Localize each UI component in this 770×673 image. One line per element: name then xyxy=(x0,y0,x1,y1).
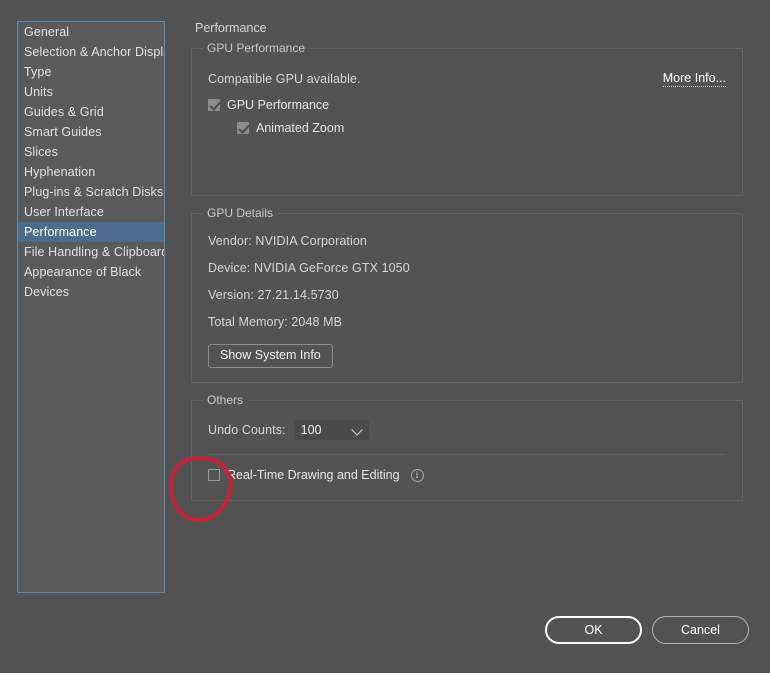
sidebar-item-label: General xyxy=(24,25,70,39)
sidebar-item-performance[interactable]: Performance xyxy=(18,222,164,242)
show-system-info-row: Show System Info xyxy=(208,344,726,368)
gpu-details-group-label: GPU Details xyxy=(203,206,279,220)
sidebar-item-label: Slices xyxy=(24,145,58,159)
chevron-down-icon xyxy=(350,424,363,436)
gpu-version-row: Version: 27.21.14.5730 xyxy=(208,288,726,302)
sidebar-item-selection-anchor-display[interactable]: Selection & Anchor Display xyxy=(18,42,164,62)
sidebar-item-appearance-of-black[interactable]: Appearance of Black xyxy=(18,262,164,282)
page-title: Performance xyxy=(195,21,267,35)
sidebar-item-devices[interactable]: Devices xyxy=(18,282,164,302)
animated-zoom-checkbox[interactable] xyxy=(237,122,249,134)
sidebar-item-label: Units xyxy=(24,85,53,99)
preferences-category-list[interactable]: General Selection & Anchor Display Type … xyxy=(17,21,165,593)
sidebar-item-file-handling-clipboard[interactable]: File Handling & Clipboard xyxy=(18,242,164,262)
ok-button[interactable]: OK xyxy=(545,616,642,644)
sidebar-item-label: Type xyxy=(24,65,52,79)
gpu-vendor-text: Vendor: NVIDIA Corporation xyxy=(208,234,367,248)
gpu-status-row: Compatible GPU available. More Info... xyxy=(208,71,726,87)
gpu-total-memory-text: Total Memory: 2048 MB xyxy=(208,315,343,329)
gpu-status-text: Compatible GPU available. xyxy=(208,72,361,86)
undo-counts-select[interactable]: 100 xyxy=(293,420,369,440)
others-divider xyxy=(208,454,726,455)
info-icon[interactable]: i xyxy=(410,468,424,482)
real-time-drawing-label: Real-Time Drawing and Editing xyxy=(227,468,400,482)
sidebar-item-label: Appearance of Black xyxy=(24,265,142,279)
gpu-version-text: Version: 27.21.14.5730 xyxy=(208,288,339,302)
sidebar-item-label: Plug-ins & Scratch Disks xyxy=(24,185,164,199)
sidebar-item-general[interactable]: General xyxy=(18,22,164,42)
gpu-performance-checkbox-label: GPU Performance xyxy=(227,98,330,112)
sidebar-item-label: Selection & Anchor Display xyxy=(24,45,165,59)
gpu-performance-group: GPU Performance Compatible GPU available… xyxy=(191,41,743,196)
sidebar-item-label: Performance xyxy=(24,225,97,239)
gpu-total-memory-row: Total Memory: 2048 MB xyxy=(208,315,726,329)
sidebar-item-guides-grid[interactable]: Guides & Grid xyxy=(18,102,164,122)
undo-counts-row: Undo Counts: 100 xyxy=(208,420,726,440)
sidebar-item-plug-ins-scratch-disks[interactable]: Plug-ins & Scratch Disks xyxy=(18,182,164,202)
gpu-details-group: GPU Details Vendor: NVIDIA Corporation D… xyxy=(191,206,743,383)
dialog-footer: OK Cancel xyxy=(545,616,749,644)
gpu-performance-group-label: GPU Performance xyxy=(203,41,311,55)
sidebar-item-label: User Interface xyxy=(24,205,104,219)
sidebar-item-hyphenation[interactable]: Hyphenation xyxy=(18,162,164,182)
sidebar-item-type[interactable]: Type xyxy=(18,62,164,82)
animated-zoom-checkbox-label: Animated Zoom xyxy=(256,121,345,135)
gpu-performance-checkbox[interactable] xyxy=(208,99,220,111)
cancel-button[interactable]: Cancel xyxy=(652,616,749,644)
gpu-vendor-row: Vendor: NVIDIA Corporation xyxy=(208,234,726,248)
sidebar-item-label: Hyphenation xyxy=(24,165,96,179)
sidebar-item-smart-guides[interactable]: Smart Guides xyxy=(18,122,164,142)
undo-counts-label: Undo Counts: xyxy=(208,423,286,437)
sidebar-item-label: Smart Guides xyxy=(24,125,102,139)
sidebar-item-slices[interactable]: Slices xyxy=(18,142,164,162)
preferences-content-pane: Performance GPU Performance Compatible G… xyxy=(191,21,743,518)
more-info-link[interactable]: More Info... xyxy=(662,71,726,87)
gpu-performance-checkbox-row[interactable]: GPU Performance xyxy=(208,98,726,112)
show-system-info-button[interactable]: Show System Info xyxy=(208,344,333,368)
real-time-drawing-row[interactable]: Real-Time Drawing and Editing i xyxy=(208,468,726,482)
real-time-drawing-checkbox[interactable] xyxy=(208,469,220,481)
sidebar-item-units[interactable]: Units xyxy=(18,82,164,102)
sidebar-item-label: Devices xyxy=(24,285,70,299)
gpu-device-text: Device: NVIDIA GeForce GTX 1050 xyxy=(208,261,410,275)
sidebar-item-label: File Handling & Clipboard xyxy=(24,245,165,259)
sidebar-item-label: Guides & Grid xyxy=(24,105,104,119)
animated-zoom-checkbox-row[interactable]: Animated Zoom xyxy=(237,121,726,135)
others-group-label: Others xyxy=(203,393,249,407)
gpu-device-row: Device: NVIDIA GeForce GTX 1050 xyxy=(208,261,726,275)
others-group: Others Undo Counts: 100 Real-Time Drawin… xyxy=(191,393,743,501)
sidebar-item-user-interface[interactable]: User Interface xyxy=(18,202,164,222)
undo-counts-value: 100 xyxy=(300,423,322,437)
